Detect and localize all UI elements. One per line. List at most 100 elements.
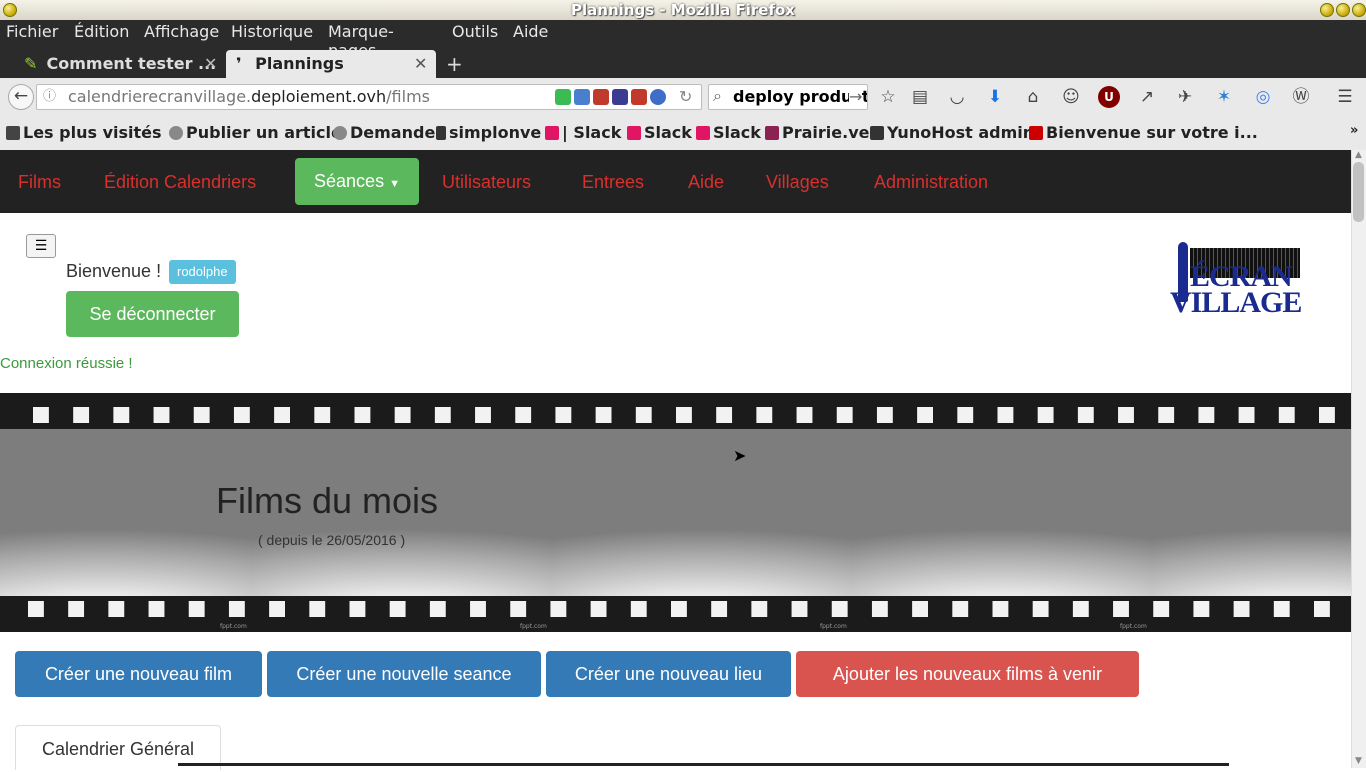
nav-utilisateurs[interactable]: Utilisateurs: [442, 172, 531, 193]
wordpress-icon[interactable]: Ⓦ: [1290, 86, 1312, 108]
tab-favicon-icon: ❜: [236, 54, 242, 73]
create-film-button[interactable]: Créer une nouveau film: [15, 651, 262, 697]
welcome-text: Bienvenue !: [66, 261, 162, 281]
create-seance-button[interactable]: Créer une nouvelle seance: [267, 651, 541, 697]
search-input[interactable]: ⌕ deploy product →: [708, 84, 868, 110]
menu-outils[interactable]: Outils: [452, 22, 498, 41]
home-icon[interactable]: ⌂: [1022, 86, 1044, 108]
window-title: Plannings - Mozilla Firefox: [571, 1, 795, 19]
window-menu-icon[interactable]: [3, 3, 17, 17]
film-strip-banner: fppt.com fppt.com fppt.com fppt.com: [0, 393, 1351, 632]
bookmark-item[interactable]: simplonve: [436, 123, 541, 142]
bookmark-item[interactable]: Les plus visités ⌄: [6, 123, 181, 142]
scrollbar-thumb[interactable]: [1353, 162, 1364, 222]
grammarly-icon[interactable]: [555, 89, 571, 105]
tab-bar: ✎ Comment tester ... ✕ ❜ Plannings ✕ +: [0, 46, 1366, 78]
bookmark-item[interactable]: YunoHost admin: [870, 123, 1034, 142]
extension-icon[interactable]: ✈: [1174, 86, 1196, 108]
tab-label: Comment tester ...: [46, 54, 217, 73]
logout-button[interactable]: Se déconnecter: [66, 291, 239, 337]
nav-films[interactable]: Films: [18, 172, 61, 193]
film-frame: [552, 429, 852, 596]
watermark: fppt.com: [520, 623, 547, 630]
info-icon[interactable]: ⓘ: [43, 85, 56, 109]
extension-icon[interactable]: [574, 89, 590, 105]
chat-icon[interactable]: ☺: [1060, 86, 1082, 108]
tab-plannings[interactable]: ❜ Plannings ✕: [226, 50, 436, 78]
bookmark-item[interactable]: | Slack: [545, 123, 621, 142]
extension-icon[interactable]: [612, 89, 628, 105]
hamburger-menu-icon[interactable]: ☰: [1334, 86, 1356, 108]
ublock-icon[interactable]: U: [1098, 86, 1120, 108]
download-icon[interactable]: ⬇: [984, 86, 1006, 108]
sidebar-toggle-button[interactable]: ☰: [26, 234, 56, 258]
pocket-icon[interactable]: ◡: [946, 86, 968, 108]
divider: [178, 763, 1229, 766]
extension-icon[interactable]: ◎: [1252, 86, 1274, 108]
bookmark-item[interactable]: Bienvenue sur votre i...: [1029, 123, 1258, 142]
banner-subtitle: ( depuis le 26/05/2016 ): [258, 532, 406, 548]
nav-administration[interactable]: Administration: [874, 172, 988, 193]
watermark: fppt.com: [1120, 623, 1147, 630]
tab-close-icon[interactable]: ✕: [414, 50, 427, 78]
username-badge: rodolphe: [169, 260, 236, 284]
extension-icon[interactable]: ✶: [1213, 86, 1235, 108]
bookmark-item[interactable]: Publier un article: [169, 123, 342, 142]
film-perforations-top: [33, 407, 1351, 423]
menu-edition[interactable]: Édition: [74, 22, 129, 41]
search-go-icon[interactable]: →: [849, 85, 863, 109]
nav-villages[interactable]: Villages: [766, 172, 829, 193]
watermark: fppt.com: [220, 623, 247, 630]
bookmark-item[interactable]: Prairie.ve: [765, 123, 869, 142]
reload-icon[interactable]: ↻: [679, 85, 692, 109]
tab-comment-tester[interactable]: ✎ Comment tester ... ✕: [20, 50, 220, 78]
scroll-up-icon[interactable]: ▲: [1353, 150, 1364, 160]
maximize-icon[interactable]: [1336, 3, 1350, 17]
free-icon: [1029, 126, 1043, 140]
scrollbar[interactable]: [1351, 150, 1366, 768]
bookmarks-toolbar: Les plus visités ⌄ Publier un article De…: [0, 114, 1366, 151]
create-lieu-button[interactable]: Créer une nouveau lieu: [546, 651, 791, 697]
h-icon: [436, 126, 446, 140]
menu-historique[interactable]: Historique: [231, 22, 313, 41]
extension-icon[interactable]: [631, 89, 647, 105]
nav-seances-dropdown[interactable]: Séances ▼: [295, 158, 419, 205]
banner-title: Films du mois: [216, 480, 439, 521]
nav-edition-calendriers[interactable]: Édition Calendriers: [104, 172, 256, 193]
close-icon[interactable]: [1352, 3, 1366, 17]
globe-icon: [169, 126, 183, 140]
gear-icon: [6, 126, 20, 140]
film-frame: [0, 429, 252, 596]
scroll-down-icon[interactable]: ▼: [1353, 756, 1364, 766]
search-value: deploy product: [733, 87, 868, 106]
url-bar[interactable]: ⓘ calendrierecranvillage.deploiement.ovh…: [36, 84, 702, 110]
nav-aide[interactable]: Aide: [688, 172, 724, 193]
bookmarks-overflow-icon[interactable]: »: [1350, 123, 1358, 138]
bookmark-item[interactable]: Demande: [333, 123, 435, 142]
menu-aide[interactable]: Aide: [513, 22, 548, 41]
bookmark-item[interactable]: Slack: [627, 123, 692, 142]
globe-icon: [333, 126, 347, 140]
search-icon: ⌕: [713, 86, 722, 105]
reader-list-icon[interactable]: ▤: [909, 86, 931, 108]
menu-affichage[interactable]: Affichage: [144, 22, 219, 41]
nav-seances-label: Séances: [314, 171, 385, 191]
bookmark-star-icon[interactable]: ☆: [877, 86, 899, 108]
yunohost-icon: [870, 126, 884, 140]
bookmark-item[interactable]: Slack: [696, 123, 761, 142]
url-text: calendrierecranvillage.deploiement.ovh/f…: [68, 85, 430, 109]
nav-entrees[interactable]: Entrees: [582, 172, 644, 193]
menu-fichier[interactable]: Fichier: [6, 22, 58, 41]
flash-message: Connexion réussie !: [0, 355, 133, 372]
site-navbar: Films Édition Calendriers Séances ▼ Util…: [0, 150, 1351, 213]
minimize-icon[interactable]: [1320, 3, 1334, 17]
back-icon[interactable]: ←: [8, 84, 34, 110]
extension-icon[interactable]: [593, 89, 609, 105]
extension-icon[interactable]: ↗: [1136, 86, 1158, 108]
film-perforations-bottom: [28, 601, 1351, 617]
hash-icon: [765, 126, 779, 140]
add-upcoming-films-button[interactable]: Ajouter les nouveaux films à venir: [796, 651, 1139, 697]
extension-icon[interactable]: [650, 89, 666, 105]
new-tab-button[interactable]: +: [446, 50, 463, 78]
tab-close-icon[interactable]: ✕: [204, 50, 217, 78]
